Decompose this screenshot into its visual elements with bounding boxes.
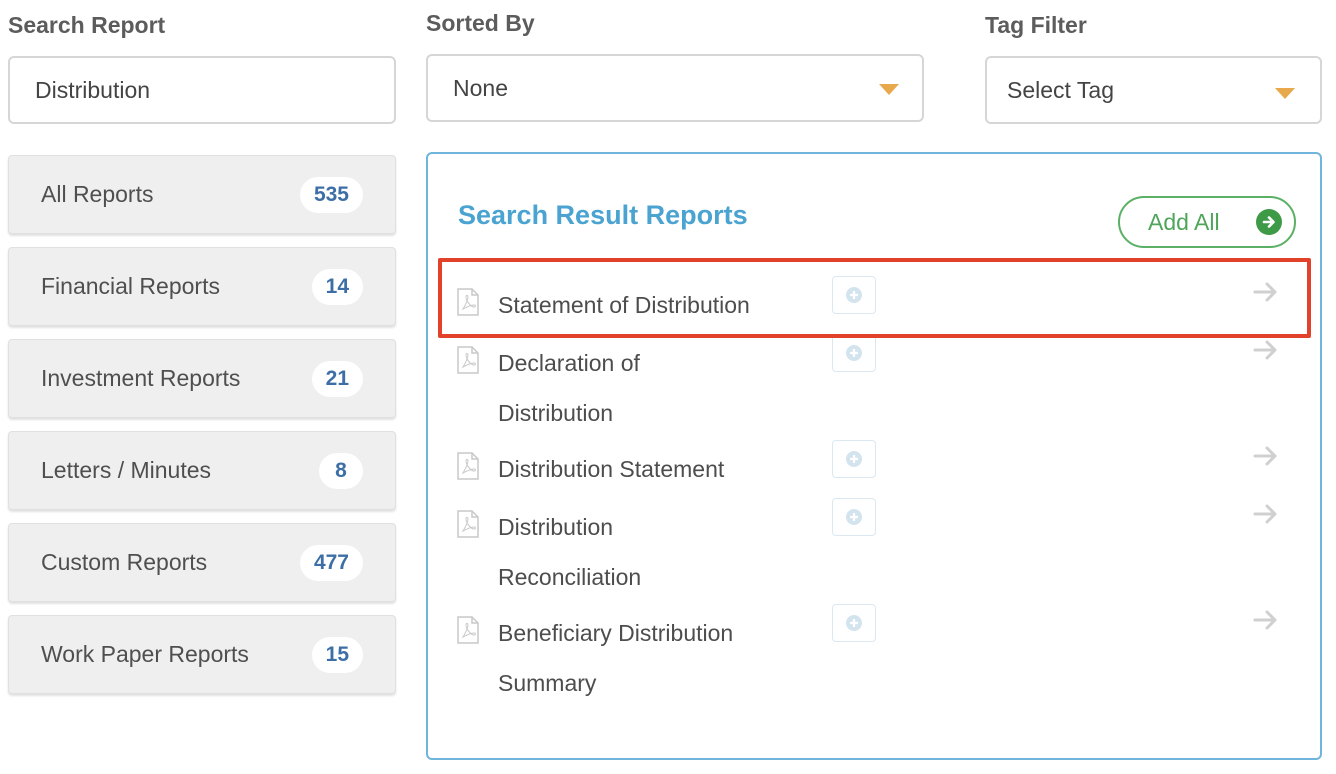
category-custom-reports[interactable]: Custom Reports 477 (8, 523, 396, 602)
search-results-title: Search Result Reports (458, 200, 748, 230)
result-item-title: Distribution Reconciliation (498, 514, 642, 590)
category-name: Letters / Minutes (41, 457, 212, 483)
add-report-button[interactable] (832, 440, 876, 478)
category-count-badge: 477 (299, 544, 363, 581)
plus-circle-icon (846, 451, 862, 467)
sort-select-value: None (453, 74, 508, 101)
plus-circle-icon (846, 615, 862, 631)
result-item-title: Declaration of Distribution (498, 350, 640, 426)
search-results-panel: Search Result Reports Add All Statement … (426, 152, 1322, 760)
plus-circle-icon (846, 509, 862, 525)
category-name: Custom Reports (41, 549, 208, 575)
category-count-badge: 14 (311, 268, 363, 305)
category-count-badge: 535 (299, 176, 363, 213)
pdf-file-icon (457, 452, 479, 480)
add-report-button[interactable] (832, 334, 876, 372)
highlight-box (438, 258, 1311, 338)
category-investment-reports[interactable]: Investment Reports 21 (8, 339, 396, 418)
category-count-badge: 21 (311, 360, 363, 397)
add-all-label: Add All (1148, 208, 1220, 235)
caret-down-icon (1275, 88, 1295, 99)
arrow-circle-right-icon (1256, 209, 1282, 235)
arrow-right-icon[interactable] (1252, 606, 1280, 634)
category-name: All Reports (41, 181, 154, 207)
pdf-file-icon (457, 616, 479, 644)
arrow-right-icon[interactable] (1252, 500, 1280, 528)
sort-select[interactable]: None (426, 54, 924, 122)
search-input[interactable]: Distribution (8, 56, 396, 124)
plus-circle-icon (846, 345, 862, 361)
search-input-value: Distribution (35, 76, 151, 103)
pdf-file-icon (457, 346, 479, 374)
search-report-label: Search Report (8, 12, 166, 38)
caret-down-icon (879, 84, 899, 95)
add-report-button[interactable] (832, 604, 876, 642)
sorted-by-label: Sorted By (426, 10, 535, 36)
arrow-right-icon[interactable] (1252, 442, 1280, 470)
category-name: Work Paper Reports (41, 641, 249, 667)
category-name: Investment Reports (41, 365, 241, 391)
pdf-file-icon (457, 510, 479, 538)
add-all-button[interactable]: Add All (1118, 196, 1296, 248)
category-count-badge: 15 (311, 636, 363, 673)
tag-select-value: Select Tag (1007, 76, 1114, 103)
arrow-right-icon[interactable] (1252, 336, 1280, 364)
category-count-badge: 8 (319, 452, 363, 489)
result-item-title: Beneficiary Distribution Summary (498, 620, 734, 696)
category-letters-minutes[interactable]: Letters / Minutes 8 (8, 431, 396, 510)
category-financial-reports[interactable]: Financial Reports 14 (8, 247, 396, 326)
category-work-paper-reports[interactable]: Work Paper Reports 15 (8, 615, 396, 694)
result-item-title: Distribution Statement (498, 456, 725, 482)
tag-select[interactable]: Select Tag (985, 56, 1322, 124)
category-all-reports[interactable]: All Reports 535 (8, 155, 396, 234)
category-name: Financial Reports (41, 273, 220, 299)
tag-filter-label: Tag Filter (985, 12, 1087, 38)
add-report-button[interactable] (832, 498, 876, 536)
